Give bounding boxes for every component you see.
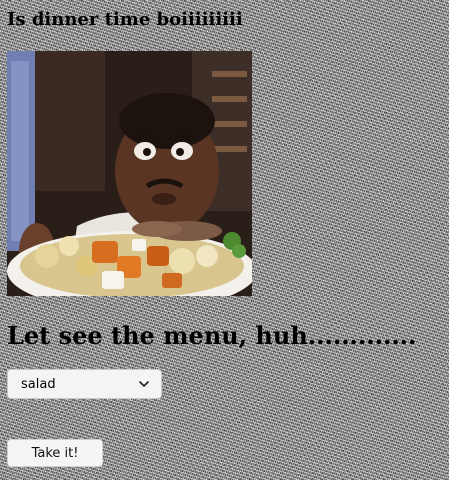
- menu-select[interactable]: salad: [7, 369, 162, 399]
- take-it-button[interactable]: Take it!: [7, 439, 103, 467]
- chevron-down-icon: [139, 381, 149, 387]
- page-title: Is dinner time boiiiiiiiii: [7, 9, 243, 30]
- menu-heading: Let see the menu, huh.............: [7, 321, 417, 350]
- menu-select-value: salad: [21, 376, 56, 392]
- dinner-gif-image: [7, 51, 252, 296]
